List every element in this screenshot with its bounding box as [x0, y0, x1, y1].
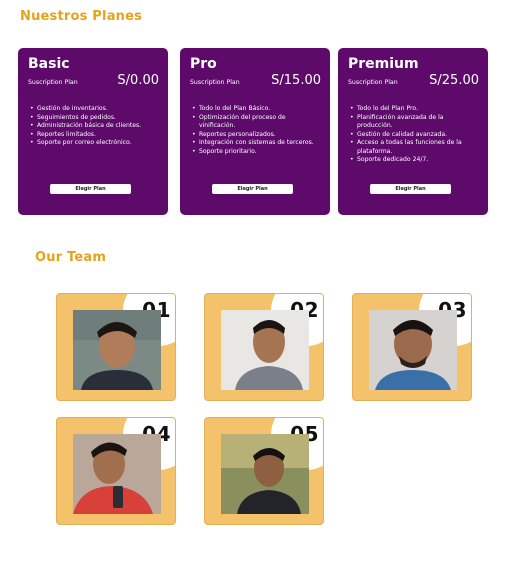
- plan-features-list: Todo lo del Plan Pro. Planificación avan…: [350, 105, 478, 165]
- member-photo: [369, 310, 457, 390]
- feature-item: Gestión de calidad avanzada.: [350, 131, 478, 140]
- feature-item: Optimización del proceso de vinificación…: [192, 114, 320, 131]
- feature-item: Integración con sistemas de terceros.: [192, 139, 320, 148]
- feature-item: Todo lo del Plan Básico.: [192, 105, 320, 114]
- choose-plan-button[interactable]: Elegir Plan: [50, 184, 131, 194]
- feature-item: Reportes personalizados.: [192, 131, 320, 140]
- feature-item: Acceso a todas las funciones de la plata…: [350, 139, 478, 156]
- plan-name: Basic: [28, 56, 70, 72]
- plan-name: Pro: [190, 56, 217, 72]
- feature-item: Soporte dedicado 24/7.: [350, 156, 478, 165]
- member-photo: [221, 310, 309, 390]
- team-section-title: Our Team: [35, 250, 107, 265]
- team-member-card: 02: [204, 293, 324, 401]
- feature-item: Gestión de inventarios.: [30, 105, 158, 114]
- plans-section-title: Nuestros Planes: [20, 9, 143, 24]
- feature-item: Planificación avanzada de la producción.: [350, 114, 478, 131]
- choose-plan-button[interactable]: Elegir Plan: [212, 184, 293, 194]
- feature-item: Soporte prioritario.: [192, 148, 320, 157]
- feature-item: Administración básica de clientes.: [30, 122, 158, 131]
- plan-price: S/0.00: [117, 73, 159, 88]
- plan-card-basic: Basic Suscription Plan S/0.00 Gestión de…: [18, 48, 168, 215]
- plan-subtitle: Suscription Plan: [28, 79, 78, 86]
- team-member-card: 03: [352, 293, 472, 401]
- plan-features-list: Todo lo del Plan Básico. Optimización de…: [192, 105, 320, 156]
- team-member-card: 05: [204, 417, 324, 525]
- plan-card-premium: Premium Suscription Plan S/25.00 Todo lo…: [338, 48, 488, 215]
- member-photo: [73, 310, 161, 390]
- plan-card-pro: Pro Suscription Plan S/15.00 Todo lo del…: [180, 48, 330, 215]
- plan-features-list: Gestión de inventarios. Seguimientos de …: [30, 105, 158, 148]
- plan-price: S/15.00: [271, 73, 321, 88]
- feature-item: Seguimientos de pedidos.: [30, 114, 158, 123]
- feature-item: Todo lo del Plan Pro.: [350, 105, 478, 114]
- member-photo: [221, 434, 309, 514]
- team-member-card: 01: [56, 293, 176, 401]
- plan-price: S/25.00: [429, 73, 479, 88]
- choose-plan-button[interactable]: Elegir Plan: [370, 184, 451, 194]
- feature-item: Soporte por correo electrónico.: [30, 139, 158, 148]
- plan-subtitle: Suscription Plan: [190, 79, 240, 86]
- team-member-card: 04: [56, 417, 176, 525]
- plan-name: Premium: [348, 56, 419, 72]
- plan-subtitle: Suscription Plan: [348, 79, 398, 86]
- feature-item: Reportes limitados.: [30, 131, 158, 140]
- member-photo: [73, 434, 161, 514]
